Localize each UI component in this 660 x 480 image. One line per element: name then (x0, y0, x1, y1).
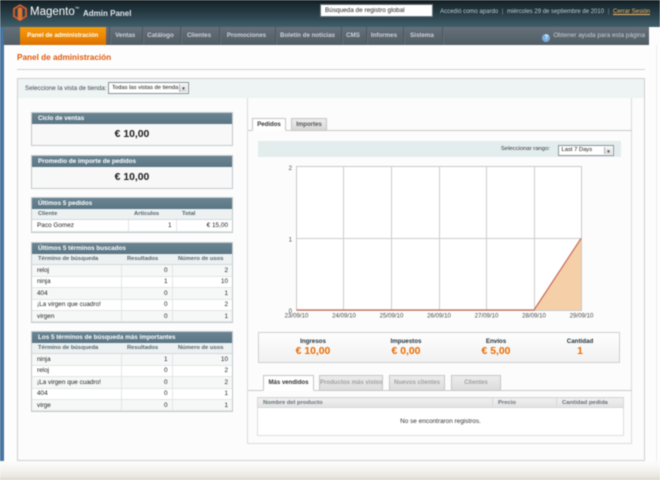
svg-text:25/09/10: 25/09/10 (380, 313, 404, 320)
svg-text:27/09/10: 27/09/10 (475, 313, 499, 320)
svg-text:2: 2 (289, 165, 293, 172)
svg-text:1: 1 (289, 237, 293, 244)
svg-text:29/09/10: 29/09/10 (570, 313, 594, 320)
svg-text:23/09/10: 23/09/10 (285, 313, 309, 320)
svg-text:28/09/10: 28/09/10 (522, 313, 546, 320)
svg-text:24/09/10: 24/09/10 (332, 313, 356, 320)
svg-text:26/09/10: 26/09/10 (427, 313, 451, 320)
